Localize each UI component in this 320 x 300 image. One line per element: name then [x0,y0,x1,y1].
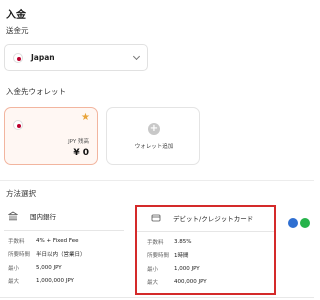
add-wallet-button[interactable]: + ウォレット追加 [106,107,200,165]
jpy-wallet-card[interactable]: ★ JPY 残高 ¥ 0 [4,107,98,165]
row-key: 最小 [147,266,159,273]
row-key: 所要時間 [147,253,170,260]
fee-row: 手数料 3.85% [147,235,274,249]
row-value: 5,000 JPY [36,264,62,271]
time-row: 所要時間 半日以内（営業日） [8,248,124,262]
row-key: 手数料 [8,238,25,245]
row-key: 最小 [8,265,20,272]
row-value: 3.85% [174,238,192,245]
japan-flag-icon [13,52,23,63]
row-value: 1時間 [174,253,189,260]
row-value: 1,000,000 JPY [36,278,74,285]
wallet-label: 入金先ウォレット [6,87,66,96]
method-card[interactable]: デビット/クレジットカード 手数料 3.85% 所要時間 1時間 最小 1,000 J… [135,205,276,295]
add-wallet-label: ウォレット追加 [134,144,174,150]
messaging-pay-icon [300,218,310,228]
row-key: 最大 [147,280,159,287]
time-row: 所要時間 1時間 [147,249,274,263]
section-divider [0,180,314,181]
wallet-balance: ¥ 0 [73,148,89,158]
bank-icon [8,211,18,221]
method-bank[interactable]: 国内銀行 手数料 4% + Fixed Fee 所要時間 半日以内（営業日） 最小 5… [4,205,124,288]
max-row: 最大 400,000 JPY [147,276,274,290]
japan-flag-icon [13,120,23,130]
row-value: 4% + Fixed Fee [36,237,79,244]
star-icon[interactable]: ★ [81,113,90,123]
chevron-down-icon [132,52,141,60]
method-divider [137,231,274,232]
card-name: デビット/クレジットカード [173,214,254,223]
source-label: 送金元 [6,26,29,35]
bank-name: 国内銀行 [30,213,56,221]
page-title: 入金 [6,10,26,21]
max-row: 最大 1,000,000 JPY [8,275,124,289]
payment-provider-icon [288,218,298,228]
country-select[interactable]: Japan [4,44,148,71]
credit-card-icon [151,214,161,221]
min-row: 最小 5,000 JPY [8,261,124,275]
method-label: 方法選択 [6,189,36,198]
row-value: 1,000 JPY [174,265,200,272]
row-value: 半日以内（営業日） [36,252,86,259]
method-divider [4,230,124,231]
row-value: 400,000 JPY [174,279,207,286]
country-name: Japan [31,53,55,62]
min-row: 最小 1,000 JPY [147,262,274,276]
bottom-divider [0,297,314,298]
fee-row: 手数料 4% + Fixed Fee [8,234,124,248]
plus-icon: + [148,123,160,135]
row-key: 手数料 [147,239,164,246]
row-key: 所要時間 [8,252,31,259]
wallet-currency: JPY 残高 [68,139,89,145]
more-methods[interactable] [288,218,312,228]
row-key: 最大 [8,279,20,286]
